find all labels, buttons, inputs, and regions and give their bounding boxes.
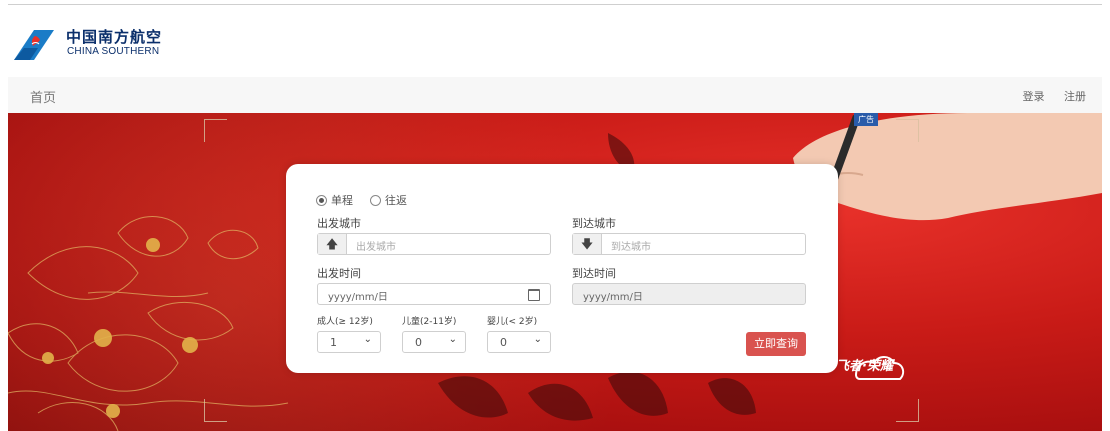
site-header: 中国南方航空 CHINA SOUTHERN <box>8 20 208 66</box>
round-trip-radio[interactable] <box>370 194 381 206</box>
infant-select[interactable]: 0 ⌄ <box>487 331 551 353</box>
frame-corner-bottom-right <box>896 399 919 422</box>
register-link[interactable]: 注册 <box>1064 90 1086 103</box>
logo-chinese-name: 中国南方航空 <box>66 28 163 46</box>
adult-select-value: 1 <box>330 336 337 349</box>
infant-select-value: 0 <box>500 336 507 349</box>
trip-type-group: 单程 往返 <box>316 192 407 208</box>
top-divider <box>8 4 1102 5</box>
from-city-label: 出发城市 <box>317 217 361 230</box>
ad-badge: 广告 <box>854 113 878 126</box>
round-trip-label[interactable]: 往返 <box>385 194 407 207</box>
down-arrow-icon: 🡇 <box>573 234 602 254</box>
infant-label: 婴儿(< 2岁) <box>487 317 538 327</box>
navbar: 首页 登录 注册 <box>8 77 1102 113</box>
frame-corner-bottom-left <box>204 399 227 422</box>
login-link[interactable]: 登录 <box>1023 90 1045 103</box>
from-city-input[interactable]: 🡅 出发城市 <box>317 233 551 255</box>
chevron-down-icon: ⌄ <box>448 334 457 345</box>
to-city-placeholder: 到达城市 <box>611 242 651 253</box>
chevron-down-icon: ⌄ <box>533 334 542 345</box>
chevron-down-icon: ⌄ <box>363 334 372 345</box>
one-way-label[interactable]: 单程 <box>331 194 353 207</box>
frame-corner-top-left <box>204 119 227 142</box>
depart-date-label: 出发时间 <box>317 267 361 280</box>
adult-select[interactable]: 1 ⌄ <box>317 331 381 353</box>
depart-date-value: yyyy/mm/日 <box>328 292 388 303</box>
child-label: 儿童(2-11岁) <box>402 317 457 327</box>
to-city-label: 到达城市 <box>572 217 616 230</box>
airline-logo-icon[interactable] <box>10 26 58 62</box>
calendar-icon[interactable] <box>528 289 540 301</box>
frame-corner-top-right <box>896 119 919 142</box>
one-way-radio[interactable] <box>316 194 327 206</box>
to-city-input[interactable]: 🡇 到达城市 <box>572 233 806 255</box>
return-date-value: yyyy/mm/日 <box>583 292 643 303</box>
logo-english-name: CHINA SOUTHERN <box>67 46 160 57</box>
flight-search-card: 单程 往返 出发城市 🡅 出发城市 到达城市 🡇 到达城市 出发时间 yyyy/… <box>286 164 838 373</box>
search-submit-button[interactable]: 立即查询 <box>746 332 806 356</box>
child-select-value: 0 <box>415 336 422 349</box>
return-date-label: 到达时间 <box>572 267 616 280</box>
brand-slogan: 飞者·荣耀 <box>836 359 893 374</box>
up-arrow-icon: 🡅 <box>318 234 347 254</box>
depart-date-input[interactable]: yyyy/mm/日 <box>317 283 551 305</box>
adult-label: 成人(≥ 12岁) <box>317 317 373 327</box>
nav-home-link[interactable]: 首页 <box>30 87 56 106</box>
from-city-placeholder: 出发城市 <box>356 242 396 253</box>
return-date-input[interactable]: yyyy/mm/日 <box>572 283 806 305</box>
nav-account-links: 登录 注册 <box>1007 88 1087 104</box>
child-select[interactable]: 0 ⌄ <box>402 331 466 353</box>
